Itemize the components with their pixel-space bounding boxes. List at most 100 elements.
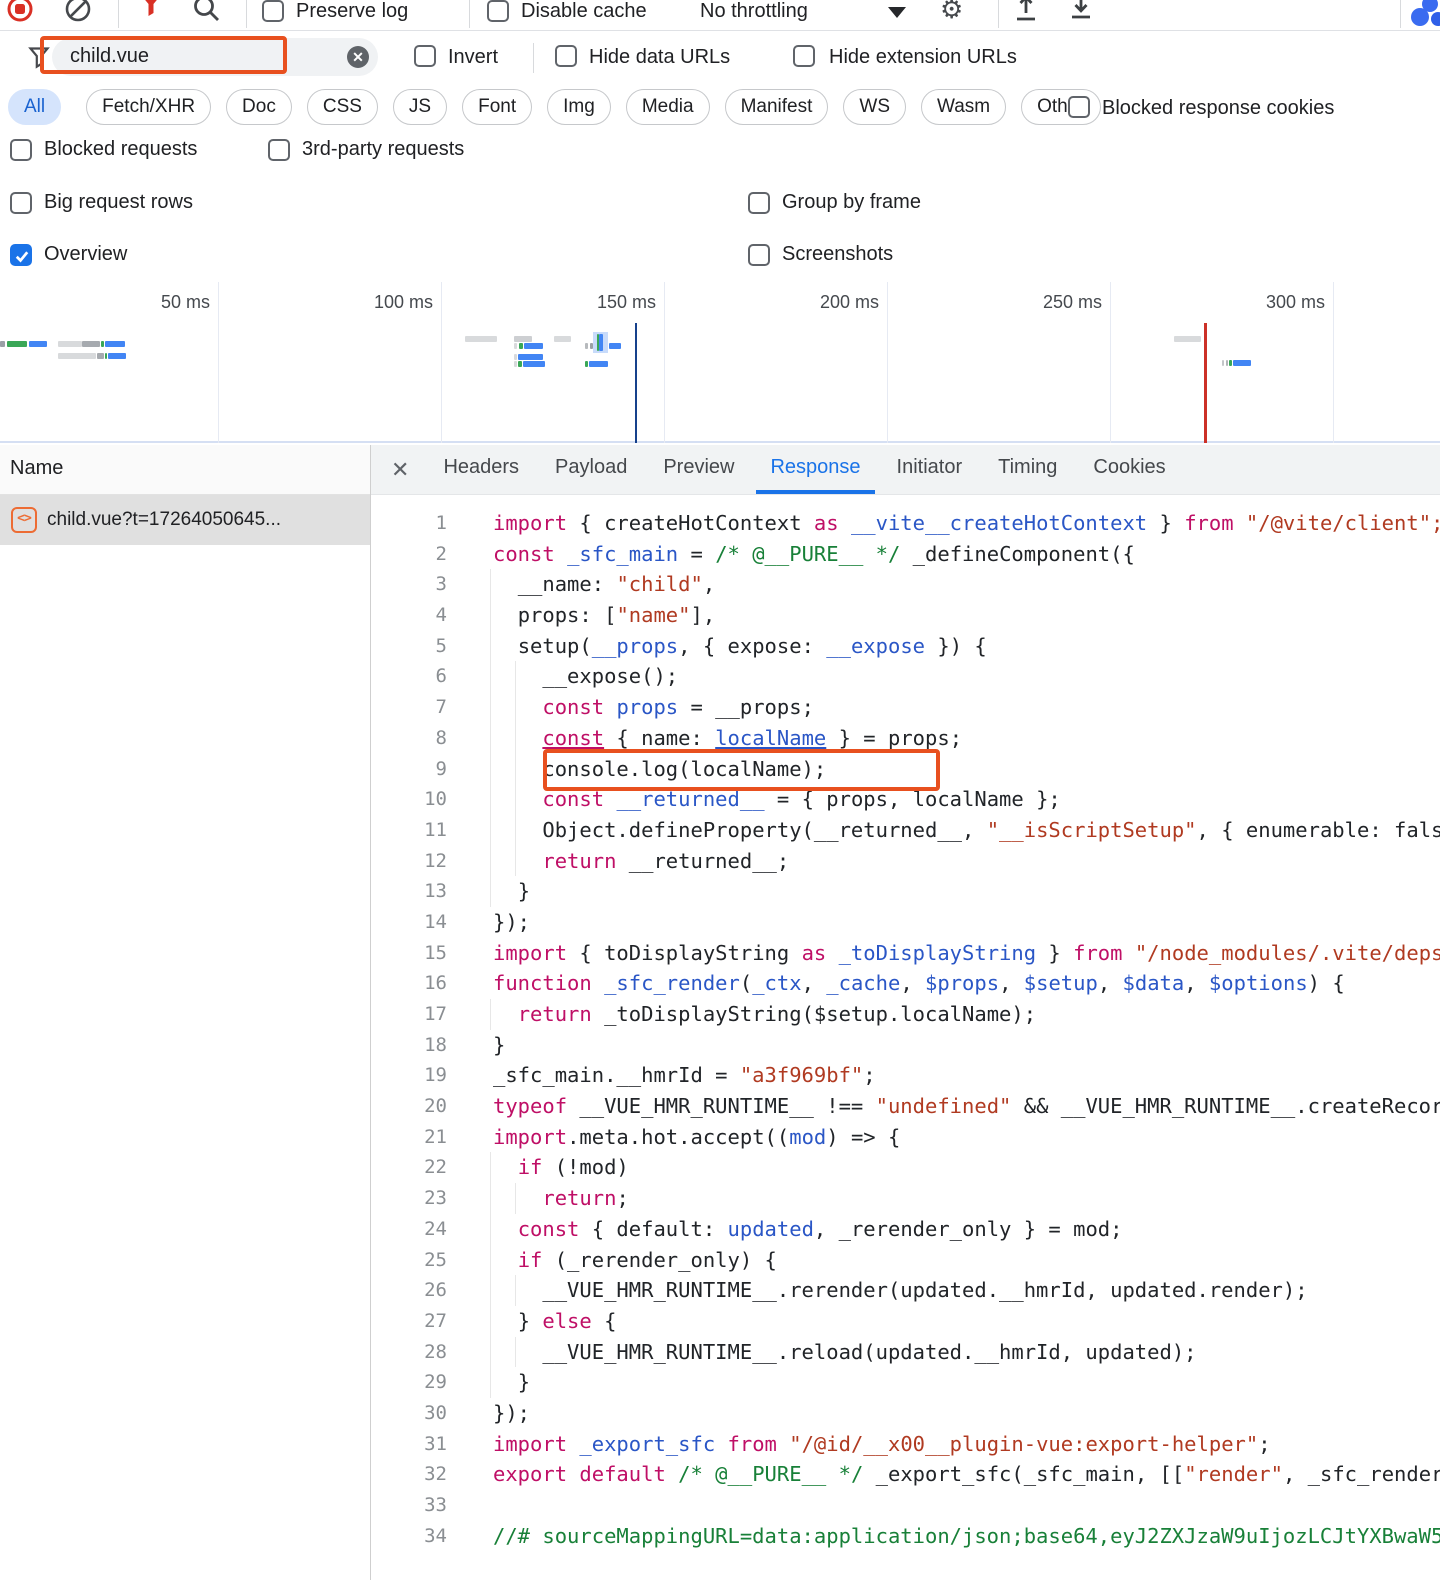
tab-headers[interactable]: Headers <box>429 445 533 494</box>
hide-data-urls-label: Hide data URLs <box>589 46 730 69</box>
chevron-down-icon[interactable] <box>888 7 906 18</box>
clear-filter-icon[interactable]: ✕ <box>347 46 369 68</box>
overview-tick-label: 150 ms <box>566 292 656 313</box>
group-by-frame-checkbox[interactable] <box>748 192 770 214</box>
devtools-network-panel: Preserve log Disable cache No throttling… <box>0 0 1440 1580</box>
filter-pill-all[interactable]: All <box>8 89 61 125</box>
tab-payload[interactable]: Payload <box>541 445 641 494</box>
code-line: 27 } else { <box>371 1306 1440 1337</box>
filter-pill-img[interactable]: Img <box>547 89 611 125</box>
filter-pill-js[interactable]: JS <box>393 89 447 125</box>
tab-timing[interactable]: Timing <box>984 445 1071 494</box>
name-column-header[interactable]: Name <box>0 445 370 495</box>
code-line: 33 <box>371 1490 1440 1521</box>
view-options-row-2: Overview Screenshots <box>0 235 1440 279</box>
filter-divider <box>533 43 534 73</box>
line-number: 15 <box>371 938 447 969</box>
line-number: 26 <box>371 1275 447 1306</box>
type-pills: All Fetch/XHR Doc CSS JS Font Img Media Manifest… <box>8 89 1101 125</box>
record-button[interactable] <box>6 0 34 28</box>
preserve-log-checkbox[interactable] <box>262 0 284 22</box>
filter-pill-doc[interactable]: Doc <box>226 89 292 125</box>
response-code-pane[interactable]: 1import { createHotContext as __vite__cr… <box>371 495 1440 1580</box>
waterfall-bar <box>599 334 603 351</box>
filter-pill-font[interactable]: Font <box>462 89 532 125</box>
line-number: 19 <box>371 1060 447 1091</box>
overview-tick-label: 100 ms <box>343 292 433 313</box>
code-line: 14}); <box>371 907 1440 938</box>
invert-checkbox[interactable] <box>414 45 436 67</box>
waterfall-bar <box>29 341 47 347</box>
network-toolbar: Preserve log Disable cache No throttling… <box>0 0 1440 31</box>
line-number: 10 <box>371 784 447 815</box>
preserve-log-label: Preserve log <box>296 0 408 23</box>
code-line: 34//# sourceMappingURL=data:application/… <box>371 1521 1440 1552</box>
search-icon[interactable] <box>192 0 222 29</box>
overview-checkbox[interactable] <box>10 244 32 266</box>
filter-pill-fetch-xhr[interactable]: Fetch/XHR <box>86 89 211 125</box>
clear-icon[interactable] <box>64 0 92 28</box>
third-party-requests-checkbox[interactable] <box>268 139 290 161</box>
code-line: 31import _export_sfc from "/@id/__x00__p… <box>371 1429 1440 1460</box>
filter-pill-css[interactable]: CSS <box>307 89 378 125</box>
filter-pill-wasm[interactable]: Wasm <box>921 89 1006 125</box>
waterfall-bar <box>609 343 621 349</box>
overview-tick-label: 250 ms <box>1012 292 1102 313</box>
line-number: 29 <box>371 1367 447 1398</box>
hide-extension-urls-checkbox[interactable] <box>793 45 815 67</box>
waterfall-bar <box>7 341 27 347</box>
waterfall-bar <box>554 336 571 342</box>
tab-response[interactable]: Response <box>756 445 874 494</box>
waterfall-bar <box>82 341 100 347</box>
request-row-selected[interactable]: <> child.vue?t=17264050645... <box>0 495 370 545</box>
hide-extension-urls-label: Hide extension URLs <box>829 46 1017 69</box>
filter-pill-manifest[interactable]: Manifest <box>725 89 829 125</box>
import-har-icon[interactable] <box>1012 0 1040 29</box>
line-number: 5 <box>371 631 447 662</box>
filter-pill-media[interactable]: Media <box>626 89 710 125</box>
line-number: 28 <box>371 1337 447 1368</box>
filter-input[interactable]: child.vue ✕ <box>52 38 378 76</box>
blocked-response-cookies-checkbox[interactable] <box>1068 96 1090 118</box>
extension-icon[interactable] <box>1406 0 1440 31</box>
waterfall-bar <box>1233 360 1251 366</box>
overview-gridline <box>441 282 442 443</box>
overview-gridline <box>218 282 219 443</box>
close-icon[interactable]: ✕ <box>391 457 409 483</box>
filter-toggle-icon[interactable] <box>138 0 164 27</box>
big-request-rows-checkbox[interactable] <box>10 192 32 214</box>
code-line: 7 const props = __props; <box>371 692 1440 723</box>
toolbar-divider <box>998 0 999 28</box>
blocked-requests-checkbox[interactable] <box>10 139 32 161</box>
waterfall-bar <box>523 361 545 367</box>
disable-cache-checkbox[interactable] <box>487 0 509 22</box>
code-line: 11 Object.defineProperty(__returned__, "… <box>371 815 1440 846</box>
tab-preview[interactable]: Preview <box>649 445 748 494</box>
line-number: 12 <box>371 846 447 877</box>
overview-tick-label: 200 ms <box>789 292 879 313</box>
tab-cookies[interactable]: Cookies <box>1079 445 1179 494</box>
waterfall-bar <box>1174 336 1201 342</box>
code-line: 4 props: ["name"], <box>371 600 1440 631</box>
network-overview-strip[interactable]: 50 ms100 ms150 ms200 ms250 ms300 ms <box>0 282 1440 443</box>
network-conditions-icon[interactable]: ⚙ <box>940 0 963 25</box>
line-number: 4 <box>371 600 447 631</box>
overview-label: Overview <box>44 243 127 266</box>
code-line: 26 __VUE_HMR_RUNTIME__.rerender(updated.… <box>371 1275 1440 1306</box>
filter-pill-ws[interactable]: WS <box>843 89 906 125</box>
code-line: 16function _sfc_render(_ctx, _cache, $pr… <box>371 968 1440 999</box>
line-number: 32 <box>371 1459 447 1490</box>
code-line: 24 const { default: updated, _rerender_o… <box>371 1214 1440 1245</box>
detail-tab-bar: ✕ HeadersPayloadPreviewResponseInitiator… <box>371 445 1440 495</box>
toolbar-divider <box>118 0 119 28</box>
tab-initiator[interactable]: Initiator <box>883 445 977 494</box>
code-line: 1import { createHotContext as __vite__cr… <box>371 508 1440 539</box>
screenshots-checkbox[interactable] <box>748 244 770 266</box>
waterfall-bar <box>101 341 104 347</box>
hide-data-urls-checkbox[interactable] <box>555 45 577 67</box>
waterfall-bar <box>105 341 125 347</box>
waterfall-bar <box>465 336 497 342</box>
export-har-icon[interactable] <box>1067 0 1095 29</box>
throttling-select[interactable]: No throttling <box>700 0 808 23</box>
code-line: 32export default /* @__PURE__ */ _export… <box>371 1459 1440 1490</box>
